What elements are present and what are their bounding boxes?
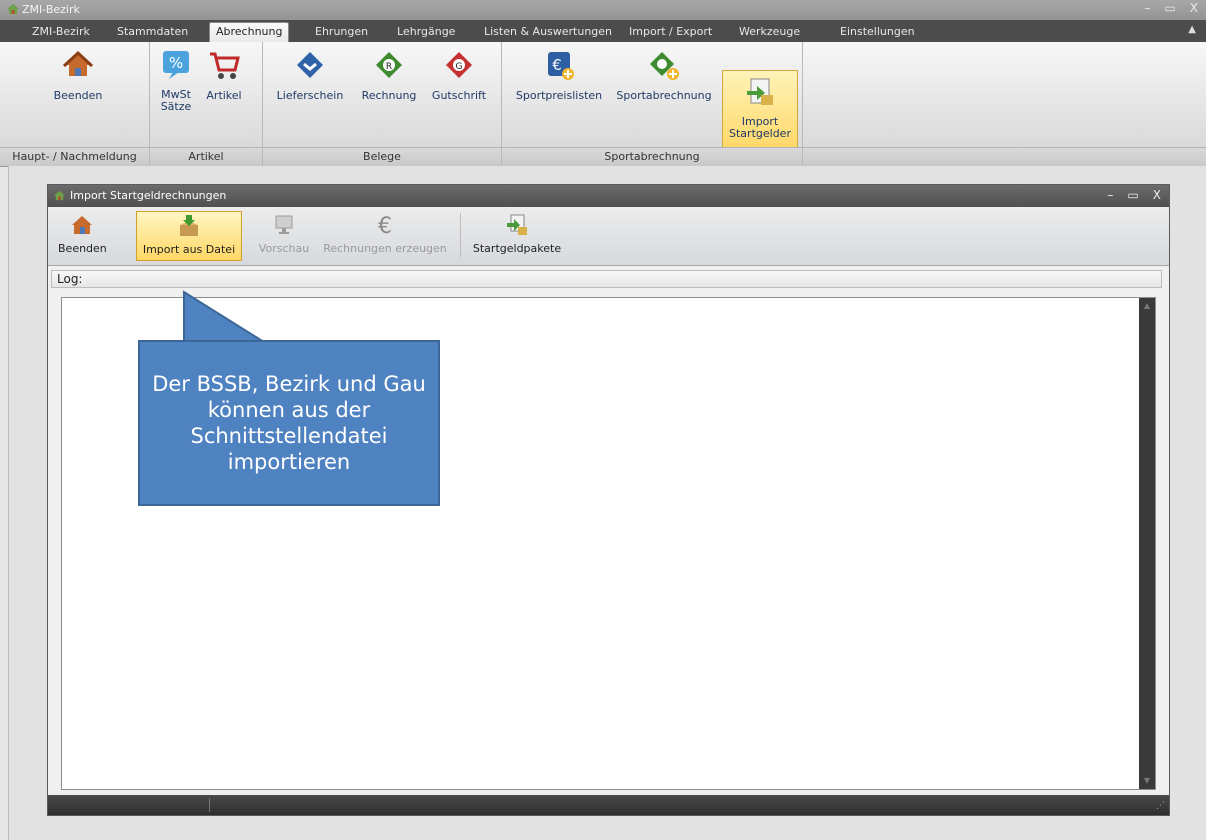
group-label-sportabrechnung: Sportabrechnung <box>502 147 802 166</box>
ribbon-sportabrechnung-button[interactable]: Sportabrechnung <box>612 48 716 102</box>
status-bar: ⋰ <box>48 795 1169 815</box>
tab-import-export[interactable]: Import / Export <box>623 23 718 42</box>
ribbon-collapse-icon[interactable]: ▲ <box>1188 24 1196 35</box>
ribbon-sportpreislisten-button[interactable]: € Sportpreislisten <box>512 48 606 102</box>
app-title: ZMI-Bezirk <box>22 3 80 16</box>
tool-rechnungen-button[interactable]: € Rechnungen erzeugen <box>316 211 454 259</box>
child-minimize-icon[interactable]: – <box>1107 188 1113 202</box>
cart-icon <box>210 52 240 79</box>
tab-ehrungen[interactable]: Ehrungen <box>309 23 374 42</box>
tab-werkzeuge[interactable]: Werkzeuge <box>733 23 806 42</box>
app-logo-icon <box>53 190 66 201</box>
ribbon: Beenden % MwSt Sätze Artikel Lieferschei… <box>0 42 1206 167</box>
log-scrollbar[interactable]: ▲ ▼ <box>1139 298 1155 789</box>
tool-vorschau-button[interactable]: Vorschau <box>256 211 312 259</box>
svg-text:%: % <box>169 54 183 72</box>
ribbon-lieferschein-button[interactable]: Lieferschein <box>270 48 350 102</box>
ribbon-beenden-button[interactable]: Beenden <box>48 48 108 102</box>
tab-lehrgaenge[interactable]: Lehrgänge <box>391 23 461 42</box>
ribbon-artikel-button[interactable]: Artikel <box>202 48 246 102</box>
euro-price-list-icon: € <box>548 52 574 80</box>
app-titlebar: ZMI-Bezirk – ▭ X <box>0 0 1206 20</box>
child-toolbar: Beenden Import aus Datei Vorschau € Rech… <box>48 207 1169 266</box>
blue-diamond-icon <box>297 52 323 78</box>
resize-grip-icon[interactable]: ⋰ <box>1156 801 1165 811</box>
green-diamond-icon: R <box>376 52 402 78</box>
tool-beenden-button[interactable]: Beenden <box>58 211 107 259</box>
svg-text:G: G <box>456 62 463 72</box>
child-maximize-icon[interactable]: ▭ <box>1127 188 1138 202</box>
tab-einstellungen[interactable]: Einstellungen <box>834 23 921 42</box>
svg-text:€: € <box>552 56 562 74</box>
tab-zmi-bezirk[interactable]: ZMI-Bezirk <box>26 23 96 42</box>
tool-startgeldpakete-button[interactable]: Startgeldpakete <box>466 211 568 259</box>
sport-billing-icon <box>650 52 679 80</box>
group-label-haupt: Haupt- / Nachmeldung <box>0 147 149 166</box>
import-document-icon <box>747 78 773 105</box>
svg-text:€: € <box>378 214 392 237</box>
ribbon-import-startgelder-button[interactable]: Import Startgelder <box>722 70 798 148</box>
scroll-down-icon[interactable]: ▼ <box>1139 773 1155 789</box>
log-label: Log: <box>51 270 1162 288</box>
tool-import-datei-button[interactable]: Import aus Datei <box>136 211 242 261</box>
import-box-icon <box>180 215 198 236</box>
tab-listen-auswertungen[interactable]: Listen & Auswertungen <box>478 23 618 42</box>
percent-icon: % <box>163 51 189 79</box>
ribbon-gutschrift-button[interactable]: G Gutschrift <box>426 48 492 102</box>
child-close-icon[interactable]: X <box>1153 188 1161 202</box>
minimize-icon[interactable]: – <box>1144 1 1150 15</box>
callout-text: Der BSSB, Bezirk und Gau können aus der … <box>152 372 426 474</box>
home-icon <box>72 216 92 234</box>
scroll-up-icon[interactable]: ▲ <box>1139 298 1155 314</box>
maximize-icon[interactable]: ▭ <box>1164 1 1175 15</box>
ribbon-tab-bar: ZMI-Bezirk Stammdaten Abrechnung Ehrunge… <box>0 20 1206 42</box>
tab-abrechnung[interactable]: Abrechnung <box>209 22 290 42</box>
child-title: Import Startgeldrechnungen <box>70 189 227 202</box>
svg-text:R: R <box>386 62 392 72</box>
package-document-icon <box>507 214 527 235</box>
tab-stammdaten[interactable]: Stammdaten <box>111 23 194 42</box>
group-label-artikel: Artikel <box>150 147 262 166</box>
callout-box: Der BSSB, Bezirk und Gau können aus der … <box>138 340 440 506</box>
monitor-icon <box>275 215 293 234</box>
ribbon-mwst-button[interactable]: % MwSt Sätze <box>156 48 196 113</box>
app-logo-icon <box>7 4 19 14</box>
child-titlebar: Import Startgeldrechnungen – ▭ X <box>48 185 1169 207</box>
home-icon <box>62 50 94 76</box>
euro-icon: € <box>378 214 392 239</box>
close-icon[interactable]: X <box>1190 1 1198 15</box>
ribbon-rechnung-button[interactable]: R Rechnung <box>356 48 422 102</box>
group-label-belege: Belege <box>263 147 501 166</box>
red-diamond-icon: G <box>446 52 472 78</box>
